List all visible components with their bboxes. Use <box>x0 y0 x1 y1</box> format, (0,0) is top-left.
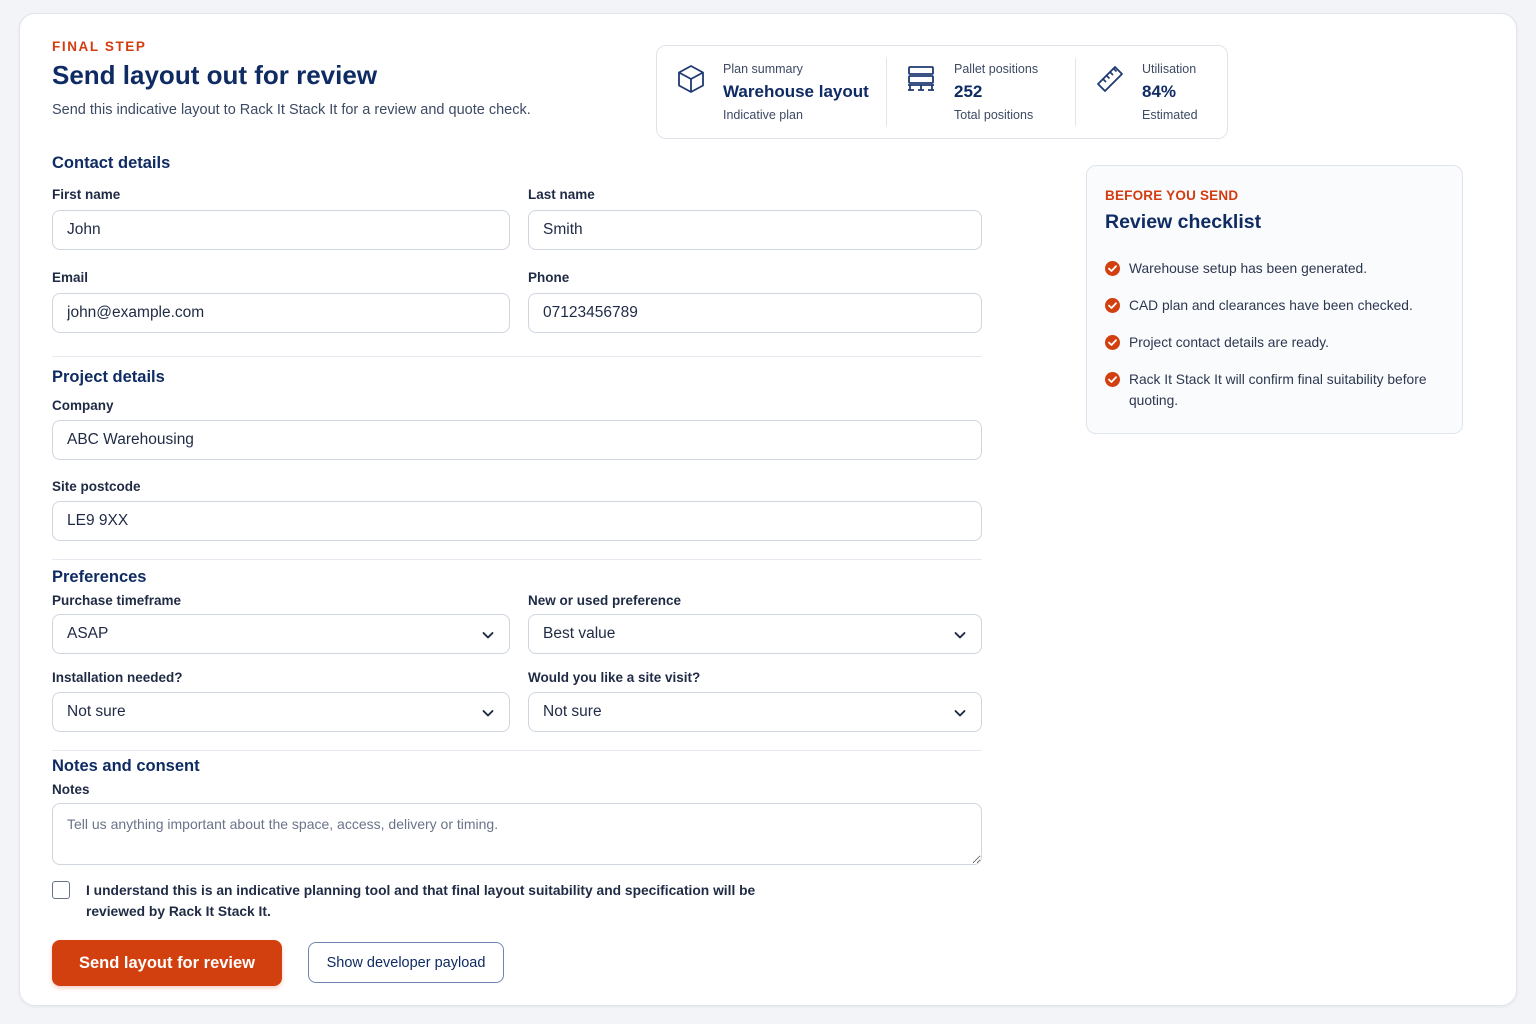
email-field[interactable] <box>52 293 510 333</box>
checklist-title: Review checklist <box>1105 211 1262 233</box>
timeframe-select[interactable]: ASAP <box>52 614 510 654</box>
site-visit-select[interactable]: Not sure <box>528 692 982 732</box>
chevron-down-icon <box>954 632 966 639</box>
section-contact-title: Contact details <box>52 154 171 172</box>
page-subtitle: Send this indicative layout to Rack It S… <box>52 102 531 118</box>
email-label: Email <box>52 270 89 285</box>
postcode-label: Site postcode <box>52 479 141 494</box>
installation-label: Installation needed? <box>52 670 183 685</box>
checklist-item: Project contact details are ready. <box>1105 332 1450 353</box>
last-name-label: Last name <box>528 187 595 202</box>
postcode-input[interactable] <box>52 501 982 541</box>
cube-icon <box>678 65 704 93</box>
summary-pallets-sub: Total positions <box>954 108 1034 122</box>
company-label: Company <box>52 398 114 413</box>
section-preferences-title: Preferences <box>52 568 147 586</box>
chevron-down-icon <box>954 710 966 717</box>
checklist-item: Rack It Stack It will confirm final suit… <box>1105 369 1450 411</box>
checklist-eyebrow: BEFORE YOU SEND <box>1105 188 1239 203</box>
installation-select[interactable]: Not sure <box>52 692 510 732</box>
summary-utilisation: Utilisation 84% Estimated <box>1076 46 1228 138</box>
summary-plan: Plan summary Warehouse layout Indicative… <box>657 46 886 138</box>
chevron-down-icon <box>482 632 494 639</box>
first-name-input[interactable] <box>52 210 510 250</box>
notes-textarea[interactable] <box>52 803 982 865</box>
section-divider <box>52 559 982 560</box>
page-title: Send layout out for review <box>52 60 378 90</box>
summary-pallets-value: 252 <box>954 82 983 101</box>
summary-plan-value: Warehouse layout <box>723 82 869 101</box>
new-used-value: Best value <box>543 625 616 642</box>
new-used-select[interactable]: Best value <box>528 614 982 654</box>
send-layout-button[interactable]: Send layout for review <box>52 940 282 986</box>
summary-pallets: Pallet positions 252 Total positions <box>887 46 1075 138</box>
section-divider <box>52 356 982 357</box>
summary-plan-label: Plan summary <box>723 62 803 76</box>
checklist-item-text: Project contact details are ready. <box>1129 335 1329 350</box>
eyebrow-final-step: FINAL STEP <box>52 39 147 54</box>
ruler-icon <box>1097 66 1123 92</box>
section-divider <box>52 750 982 751</box>
site-visit-label: Would you like a site visit? <box>528 670 701 685</box>
new-used-label: New or used preference <box>528 593 682 608</box>
timeframe-value: ASAP <box>67 625 109 642</box>
notes-label: Notes <box>52 782 90 797</box>
checklist-item-text: Warehouse setup has been generated. <box>1129 261 1368 276</box>
summary-pallets-label: Pallet positions <box>954 62 1039 76</box>
pallet-rack-icon <box>908 66 934 91</box>
check-circle-icon <box>1105 298 1120 313</box>
check-circle-icon <box>1105 335 1120 350</box>
checklist-item-text: Rack It Stack It will confirm final suit… <box>1129 372 1427 408</box>
checklist-item: CAD plan and clearances have been checke… <box>1105 295 1450 316</box>
site-visit-value: Not sure <box>543 703 602 720</box>
review-card: FINAL STEP Send layout out for review Se… <box>19 13 1517 1006</box>
check-circle-icon <box>1105 261 1120 276</box>
last-name-input[interactable] <box>528 210 982 250</box>
section-project-title: Project details <box>52 368 165 386</box>
chevron-down-icon <box>482 710 494 717</box>
show-developer-payload-button[interactable]: Show developer payload <box>308 942 504 983</box>
consent-text: I understand this is an indicative plann… <box>86 883 756 919</box>
summary-utilisation-value: 84% <box>1142 82 1177 101</box>
consent-checkbox[interactable] <box>52 881 70 899</box>
installation-value: Not sure <box>67 703 126 720</box>
summary-utilisation-label: Utilisation <box>1142 62 1197 76</box>
review-checklist-panel: BEFORE YOU SEND Review checklist Warehou… <box>1086 165 1463 434</box>
plan-summary-panel: Plan summary Warehouse layout Indicative… <box>656 45 1228 139</box>
summary-plan-sub: Indicative plan <box>723 108 803 122</box>
checklist-item: Warehouse setup has been generated. <box>1105 258 1450 279</box>
timeframe-label: Purchase timeframe <box>52 593 182 608</box>
checklist-item-text: CAD plan and clearances have been checke… <box>1129 298 1413 313</box>
check-circle-icon <box>1105 372 1120 387</box>
phone-field[interactable] <box>528 293 982 333</box>
first-name-label: First name <box>52 187 121 202</box>
phone-label: Phone <box>528 270 570 285</box>
company-input[interactable] <box>52 420 982 460</box>
summary-utilisation-sub: Estimated <box>1142 108 1198 122</box>
section-notes-title: Notes and consent <box>52 757 200 775</box>
